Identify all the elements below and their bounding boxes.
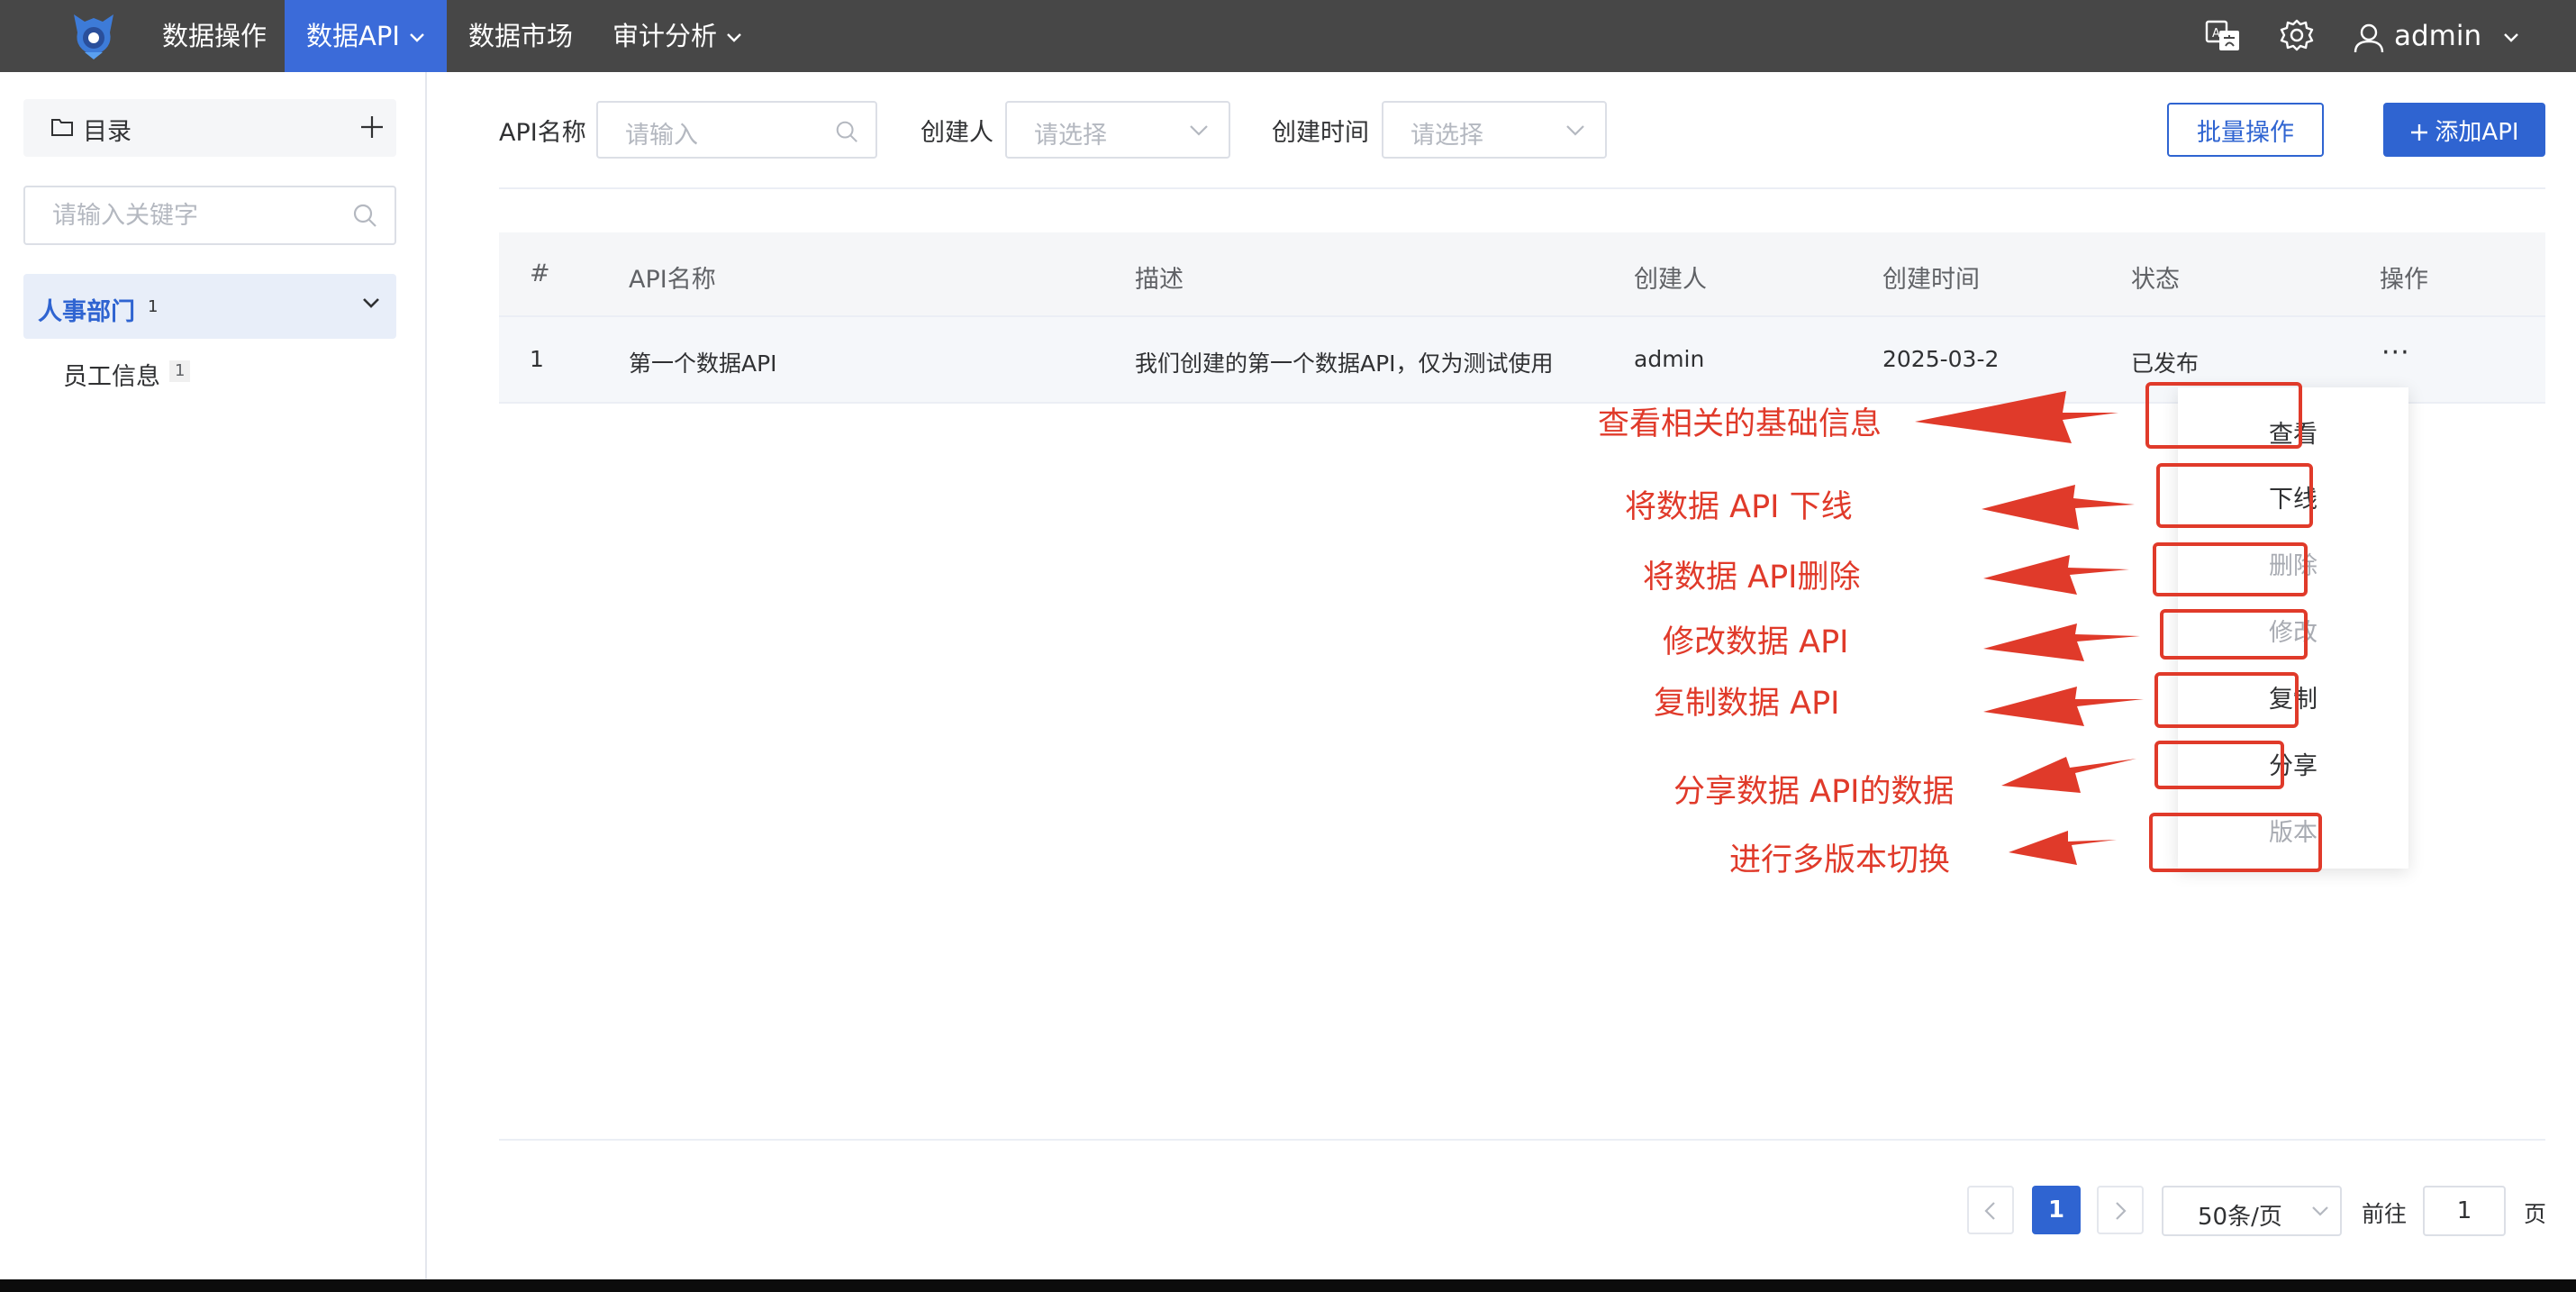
annotation-text-edit: 修改数据 API [1663,624,1849,660]
annotation-text-version: 进行多版本切换 [1729,842,1951,878]
annotation-box-view [2145,382,2302,449]
catalog-title: 目录 [83,118,132,146]
annotation-box-copy [2154,672,2299,728]
chevron-right-icon [2116,1202,2127,1220]
chevron-down-icon [2312,1206,2328,1216]
chevron-down-icon [1566,125,1584,136]
annotation-box-version [2149,813,2322,872]
cell-api-name: 第一个数据API [629,350,777,377]
page-size-value: 50条/页 [2198,1204,2282,1231]
user-icon [2354,23,2384,52]
catalog-header: 目录 [23,99,396,157]
chevron-down-icon [727,33,741,42]
api-name-input[interactable]: 请输入 [596,101,877,159]
catalog-sidebar: 目录 人事部门 1 员工信息 1 [0,72,427,1281]
pagination-next-button[interactable] [2097,1186,2144,1234]
nav-label: 数据市场 [468,21,574,51]
catalog-search-input[interactable] [52,198,349,232]
filter-divider [499,187,2545,189]
add-api-label: 添加API [2435,118,2519,146]
annotation-text-share: 分享数据 API的数据 [1673,774,1955,810]
nav-data-api[interactable]: 数据API [285,0,447,72]
annotation-text-view: 查看相关的基础信息 [1598,406,1882,442]
cell-index: 1 [530,346,544,372]
cell-creator: admin [1634,346,1705,372]
settings-gear-icon[interactable] [2277,16,2317,56]
app-logo-icon[interactable] [68,9,119,61]
nav-label: 数据操作 [162,21,268,51]
window-bottom-edge [0,1279,2576,1292]
more-actions-ellipsis[interactable]: ··· [2381,337,2410,368]
nav-label: 数据API [306,21,400,51]
search-icon[interactable] [351,202,378,229]
api-name-placeholder: 请输入 [625,122,698,150]
created-time-placeholder: 请选择 [1410,122,1483,150]
pagination-page-1[interactable]: 1 [2032,1186,2081,1234]
arrow-delete-icon [1983,555,2129,595]
tree-node-employee-info[interactable]: 员工信息 1 [23,342,396,400]
user-name: admin [2394,20,2482,52]
cell-description: 我们创建的第一个数据API，仅为测试使用 [1135,350,1554,377]
chevron-left-icon [1984,1202,1995,1220]
tree-node-count: 1 [148,297,159,316]
arrow-edit-icon [1983,623,2140,661]
top-navigation-bar: 数据操作 数据API 数据市场 审计分析 A admin [0,0,2576,72]
creator-select[interactable]: 请选择 [1005,101,1230,159]
plus-icon [2411,124,2428,141]
tree-node-label: 人事部门 [38,298,135,326]
tree-node-count: 1 [169,360,191,382]
search-icon [836,121,857,142]
chevron-down-icon [1190,125,1208,136]
folder-icon [51,119,73,136]
annotation-text-offline: 将数据 API 下线 [1625,489,1853,525]
arrow-offline-icon [1982,485,2135,530]
created-time-select[interactable]: 请选择 [1382,101,1607,159]
column-header-actions: 操作 [2380,266,2428,294]
page-size-select[interactable]: 50条/页 [2162,1186,2342,1236]
nav-data-operation[interactable]: 数据操作 [162,0,267,72]
column-header-description: 描述 [1135,266,1184,294]
annotation-box-delete [2153,542,2308,596]
nav-audit-analysis[interactable]: 审计分析 [612,0,742,72]
creator-placeholder: 请选择 [1034,122,1107,150]
pagination-prev-button[interactable] [1967,1186,2014,1234]
column-header-status: 状态 [2131,266,2180,294]
cell-created-time: 2025-03-2 [1882,346,2000,372]
cell-status: 已发布 [2131,350,2200,377]
arrow-copy-icon [1983,687,2144,726]
nav-label: 审计分析 [612,21,718,51]
user-menu[interactable]: admin [2353,0,2519,72]
arrow-share-icon [2001,757,2136,793]
annotation-box-offline [2156,463,2313,528]
page-suffix-label: 页 [2524,1201,2547,1227]
chevron-down-icon[interactable] [362,297,380,310]
annotation-text-delete: 将数据 API删除 [1643,560,1861,596]
creator-label: 创建人 [921,119,993,147]
arrow-version-icon [2009,831,2117,865]
goto-page-input[interactable]: 1 [2423,1186,2506,1236]
add-api-button[interactable]: 添加API [2383,103,2545,157]
annotation-box-share [2154,741,2284,789]
table-header: # API名称 描述 创建人 创建时间 状态 操作 [499,232,2545,317]
chevron-down-icon [410,33,424,42]
add-catalog-plus-icon[interactable] [358,114,385,141]
chevron-down-icon [2504,32,2518,42]
annotation-box-edit [2160,609,2308,660]
api-name-label: API名称 [499,119,586,147]
tree-node-label: 员工信息 [63,363,160,391]
annotation-text-copy: 复制数据 API [1654,686,1840,722]
column-header-api-name: API名称 [629,266,716,294]
batch-operation-button[interactable]: 批量操作 [2167,103,2324,157]
column-header-index: # [530,259,550,287]
tree-node-department[interactable]: 人事部门 1 [23,274,396,339]
catalog-search-box [23,186,396,245]
column-header-creator: 创建人 [1634,266,1707,294]
translate-icon[interactable]: A [2203,16,2243,56]
created-time-label: 创建时间 [1272,119,1369,147]
goto-label: 前往 [2362,1201,2408,1227]
svg-text:A: A [2212,27,2220,41]
table-bottom-divider [499,1139,2545,1141]
column-header-created-time: 创建时间 [1882,266,1980,294]
nav-data-market[interactable]: 数据市场 [468,0,573,72]
